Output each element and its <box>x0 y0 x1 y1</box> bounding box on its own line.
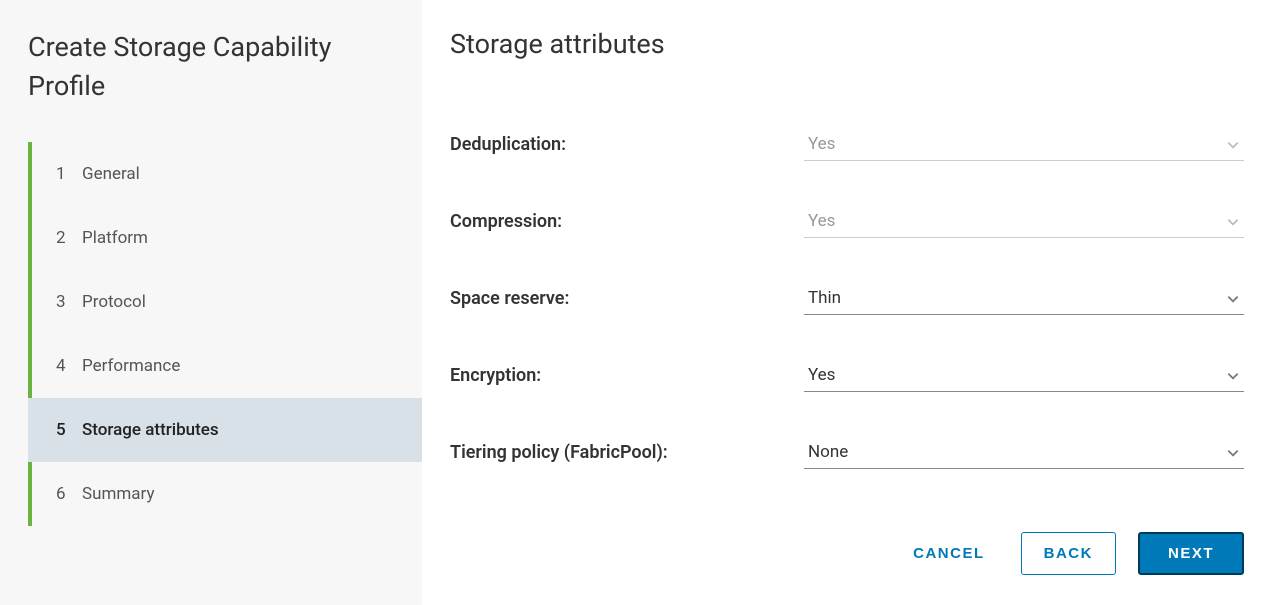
form: Deduplication: Yes Compression: Yes Spac… <box>450 128 1244 514</box>
step-general[interactable]: 1 General <box>48 142 422 206</box>
back-button[interactable]: BACK <box>1021 532 1116 575</box>
space-reserve-dropdown[interactable]: Thin <box>804 282 1244 315</box>
wizard-title: Create Storage Capability Profile <box>28 28 422 106</box>
field-deduplication: Deduplication: Yes <box>450 128 1244 161</box>
dropdown-value: Yes <box>808 211 835 231</box>
step-number: 2 <box>56 228 72 248</box>
tiering-policy-dropdown[interactable]: None <box>804 436 1244 469</box>
page-title: Storage attributes <box>450 28 1244 60</box>
cancel-button[interactable]: CANCEL <box>899 533 999 574</box>
chevron-down-icon <box>1226 291 1240 305</box>
step-performance[interactable]: 4 Performance <box>48 334 422 398</box>
step-number: 6 <box>56 484 72 504</box>
main-panel: Storage attributes Deduplication: Yes Co… <box>422 0 1280 605</box>
step-number: 1 <box>56 164 72 184</box>
dropdown-value: Yes <box>808 365 835 385</box>
field-label: Tiering policy (FabricPool): <box>450 442 804 463</box>
step-label: Storage attributes <box>82 420 219 440</box>
field-compression: Compression: Yes <box>450 205 1244 238</box>
deduplication-dropdown[interactable]: Yes <box>804 128 1244 161</box>
chevron-down-icon <box>1226 368 1240 382</box>
step-storage-attributes[interactable]: 5 Storage attributes <box>28 398 422 462</box>
field-label: Deduplication: <box>450 134 804 155</box>
step-label: Summary <box>82 484 154 504</box>
encryption-dropdown[interactable]: Yes <box>804 359 1244 392</box>
step-protocol[interactable]: 3 Protocol <box>48 270 422 334</box>
field-label: Encryption: <box>450 365 804 386</box>
step-platform[interactable]: 2 Platform <box>48 206 422 270</box>
field-tiering-policy: Tiering policy (FabricPool): None <box>450 436 1244 469</box>
wizard-steps: 1 General 2 Platform 3 Protocol 4 Perfor… <box>28 142 422 526</box>
step-label: Protocol <box>82 292 146 312</box>
step-label: Performance <box>82 356 180 376</box>
step-label: General <box>82 164 140 184</box>
field-space-reserve: Space reserve: Thin <box>450 282 1244 315</box>
step-number: 3 <box>56 292 72 312</box>
dropdown-value: Thin <box>808 288 841 308</box>
field-label: Space reserve: <box>450 288 804 309</box>
chevron-down-icon <box>1226 445 1240 459</box>
step-label: Platform <box>82 228 148 248</box>
field-label: Compression: <box>450 211 804 232</box>
step-number: 4 <box>56 356 72 376</box>
wizard-sidebar: Create Storage Capability Profile 1 Gene… <box>0 0 422 605</box>
chevron-down-icon <box>1226 214 1240 228</box>
field-encryption: Encryption: Yes <box>450 359 1244 392</box>
step-summary[interactable]: 6 Summary <box>48 462 422 526</box>
dropdown-value: None <box>808 442 848 462</box>
step-number: 5 <box>56 420 72 440</box>
wizard-footer: CANCEL BACK NEXT <box>450 514 1244 605</box>
dropdown-value: Yes <box>808 134 835 154</box>
next-button[interactable]: NEXT <box>1138 532 1244 575</box>
chevron-down-icon <box>1226 137 1240 151</box>
compression-dropdown[interactable]: Yes <box>804 205 1244 238</box>
